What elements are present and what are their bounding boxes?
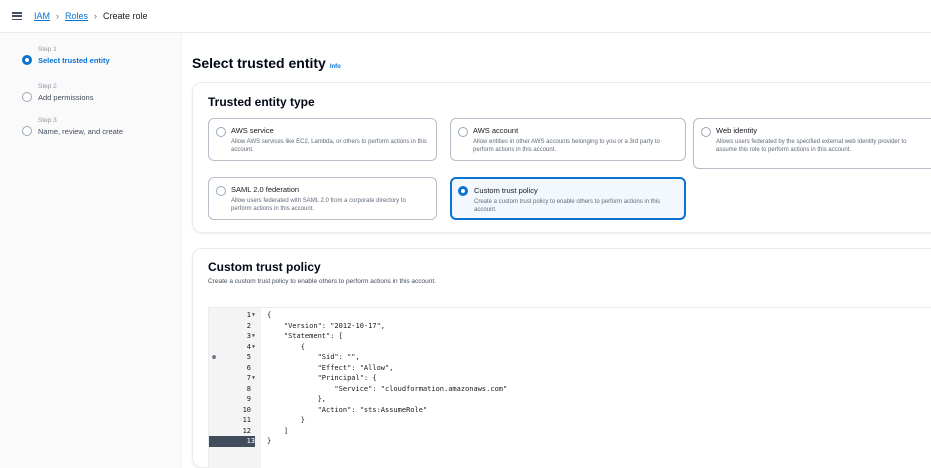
line-number: 5 — [246, 353, 251, 361]
breadcrumb-roles-link[interactable]: Roles — [65, 11, 88, 21]
code-text: "Principal": { — [267, 374, 377, 382]
breadcrumb-iam-link[interactable]: IAM — [34, 11, 50, 21]
line-number: 7 — [246, 374, 251, 382]
code-line: 6 "Effect": "Allow", — [209, 363, 931, 374]
code-text: { — [267, 342, 305, 351]
code-line: 10 "Action": "sts:AssumeRole" — [209, 405, 931, 416]
custom-trust-policy-description: Create a custom trust policy to enable o… — [208, 278, 436, 285]
code-text: ] — [267, 426, 289, 435]
option-description: Allow entities in other AWS accounts bel… — [473, 139, 660, 154]
policy-code-editor[interactable]: 1 ▼ { 2 "Version": "2012-10-17", 3 ▼ "St… — [208, 307, 931, 468]
line-number: 6 — [246, 363, 251, 372]
option-aws-service[interactable]: AWS service Allow AWS services like EC2,… — [208, 118, 437, 161]
step-number: Step 3 — [38, 117, 57, 124]
code-text: "Statement": [ — [267, 332, 343, 340]
step-radio-icon — [22, 126, 32, 136]
option-web-identity[interactable]: Web identity Allows users federated by t… — [693, 118, 931, 169]
line-number: 4 — [246, 342, 251, 351]
option-saml-federation[interactable]: SAML 2.0 federation Allow users federate… — [208, 177, 437, 220]
step-number: Step 2 — [38, 83, 57, 90]
breadcrumb-current: Create role — [103, 11, 148, 21]
option-description: Allow users federated with SAML 2.0 from… — [231, 198, 406, 213]
code-text: "Effect": "Allow", — [267, 363, 394, 372]
code-line: 11 } — [209, 415, 931, 426]
line-number: 8 — [246, 384, 251, 393]
code-line: 9 }, — [209, 394, 931, 405]
page-title-text: Select trusted entity — [192, 55, 326, 71]
option-title: SAML 2.0 federation — [231, 185, 300, 194]
custom-trust-policy-panel: Custom trust policy Create a custom trus… — [192, 248, 931, 468]
step-label: Add permissions — [38, 92, 94, 102]
option-custom-trust-policy[interactable]: Custom trust policy Create a custom trus… — [450, 177, 686, 220]
line-number: 1 — [246, 311, 251, 319]
line-number: 2 — [246, 321, 251, 330]
wizard-step-2: Step 2 Add permissions — [22, 83, 93, 102]
code-text: "Sid": "", — [267, 353, 360, 361]
fold-icon[interactable]: ▼ — [252, 342, 255, 353]
breadcrumb-separator-icon: › — [94, 11, 98, 21]
line-number: 9 — [246, 395, 251, 403]
code-text: } — [267, 437, 272, 445]
code-text: { — [267, 311, 272, 319]
wizard-steps-sidebar: Step 1 Select trusted entity Step 2 Add … — [0, 33, 182, 468]
code-line: 7 ▼ "Principal": { — [209, 373, 931, 384]
code-text: "Service": "cloudformation.amazonaws.com… — [267, 384, 508, 393]
radio-icon[interactable] — [216, 186, 226, 196]
option-description: Allows users federated by the specified … — [716, 139, 907, 154]
line-number: 12 — [242, 426, 251, 435]
top-navigation-bar: IAM › Roles › Create role — [0, 0, 931, 33]
info-link[interactable]: Info — [330, 64, 341, 70]
code-line: 3 ▼ "Statement": [ — [209, 331, 931, 342]
radio-icon[interactable] — [701, 127, 711, 137]
code-line-active: 13 } — [209, 436, 931, 447]
trusted-entity-type-panel: Trusted entity type AWS service Allow AW… — [192, 82, 931, 233]
wizard-step-1[interactable]: Step 1 Select trusted entity — [22, 46, 110, 65]
step-radio-icon — [22, 92, 32, 102]
code-text: } — [267, 416, 305, 424]
option-title: Custom trust policy — [474, 186, 538, 195]
code-text: "Version": "2012-10-17", — [267, 321, 386, 330]
code-line: 12 ] — [209, 426, 931, 437]
option-title: Web identity — [716, 126, 758, 135]
fold-icon[interactable]: ▼ — [252, 310, 255, 321]
page-title: Select trusted entity Info — [192, 55, 341, 71]
code-line: 4 ▼ { — [209, 342, 931, 353]
menu-icon[interactable] — [12, 12, 22, 20]
breadcrumb-separator-icon: › — [56, 11, 60, 21]
step-number: Step 1 — [38, 46, 57, 53]
code-text: }, — [267, 395, 327, 403]
line-number: 11 — [242, 416, 251, 424]
step-label: Name, review, and create — [38, 126, 124, 136]
line-number-active: 13 — [209, 436, 255, 447]
radio-selected-icon[interactable] — [458, 186, 468, 196]
option-description: Create a custom trust policy to enable o… — [474, 199, 661, 214]
option-title: AWS account — [473, 126, 519, 135]
code-line: 8 "Service": "cloudformation.amazonaws.c… — [209, 384, 931, 395]
fold-icon[interactable]: ▼ — [252, 373, 255, 384]
step-label: Select trusted entity — [38, 55, 110, 65]
radio-icon[interactable] — [458, 127, 468, 137]
line-number: 10 — [242, 405, 251, 414]
code-line: ⚉ 5 "Sid": "", — [209, 352, 931, 363]
code-line: 2 "Version": "2012-10-17", — [209, 321, 931, 332]
code-text: "Action": "sts:AssumeRole" — [267, 405, 428, 414]
radio-icon[interactable] — [216, 127, 226, 137]
line-number: 3 — [246, 332, 251, 340]
fold-icon[interactable]: ▼ — [252, 331, 255, 342]
custom-trust-policy-heading: Custom trust policy — [208, 260, 321, 274]
option-aws-account[interactable]: AWS account Allow entities in other AWS … — [450, 118, 686, 161]
option-description: Allow AWS services like EC2, Lambda, or … — [231, 139, 427, 154]
option-title: AWS service — [231, 126, 274, 135]
wizard-step-3: Step 3 Name, review, and create — [22, 117, 123, 136]
trusted-entity-type-heading: Trusted entity type — [208, 95, 315, 109]
code-line: 1 ▼ { — [209, 310, 931, 321]
step-radio-selected-icon — [22, 55, 32, 65]
